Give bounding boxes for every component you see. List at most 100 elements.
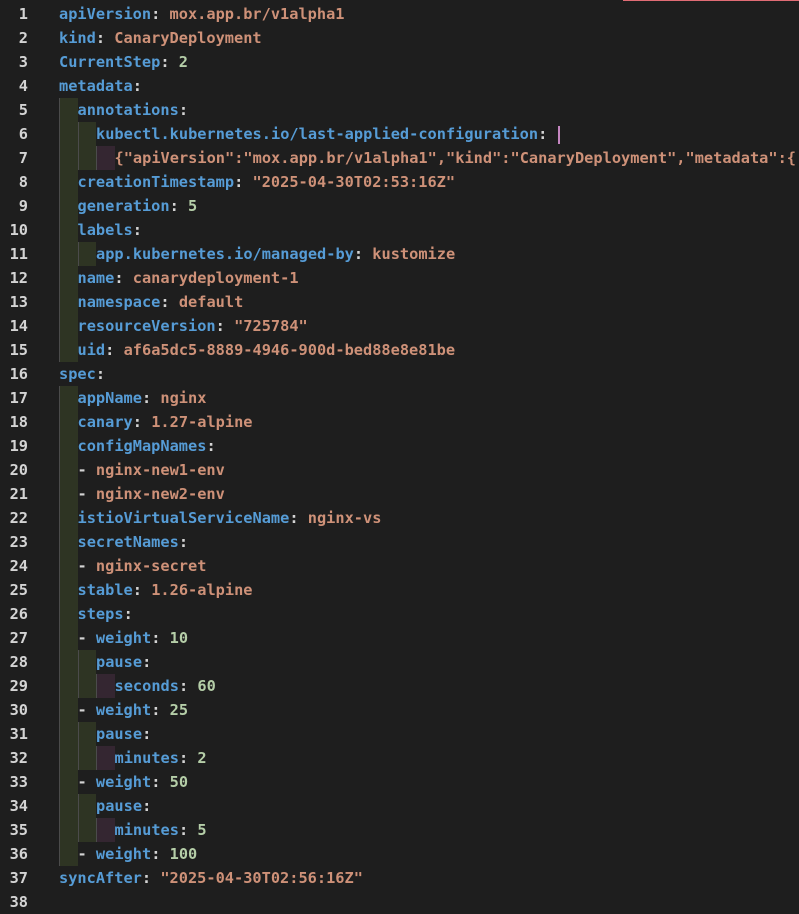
yaml-string-value: "2025-04-30T02:56:16Z" [160, 869, 363, 887]
code-line[interactable]: 35 minutes: 5 [0, 818, 799, 842]
line-number: 10 [9, 221, 28, 239]
code-line[interactable]: 14 resourceVersion: "725784" [0, 314, 799, 338]
code-line[interactable]: 16 spec: [0, 362, 799, 386]
code-line[interactable]: 26 steps: [0, 602, 799, 626]
code-line[interactable]: 6 kubectl.kubernetes.io/last-applied-conf… [0, 122, 799, 146]
code-text[interactable]: - weight: 100 [78, 842, 198, 866]
code-text[interactable]: creationTimestamp: "2025-04-30T02:53:16Z… [78, 170, 456, 194]
yaml-number-value: 25 [169, 701, 189, 719]
code-line[interactable]: 25 stable: 1.26-alpine [0, 578, 799, 602]
code-line[interactable]: 3 CurrentStep: 2 [0, 50, 799, 74]
yaml-key: spec [59, 365, 96, 383]
code-text[interactable]: kind: CanaryDeployment [59, 26, 262, 50]
code-text[interactable]: - nginx-secret [78, 554, 207, 578]
code-text[interactable]: minutes: 2 [115, 746, 207, 770]
code-text[interactable]: configMapNames: [78, 434, 216, 458]
yaml-key: weight [95, 701, 152, 719]
code-text[interactable]: - weight: 25 [78, 698, 189, 722]
line-number: 31 [9, 725, 28, 743]
indent-guide [77, 650, 96, 674]
text-cursor [558, 125, 561, 144]
code-text[interactable]: {"apiVersion":"mox.app.br/v1alpha1","kin… [115, 146, 797, 170]
code-line[interactable]: 38 [0, 890, 799, 914]
code-line[interactable]: 34 pause: [0, 794, 799, 818]
code-line[interactable]: 18 canary: 1.27-alpine [0, 410, 799, 434]
code-text[interactable]: canary: 1.27-alpine [78, 410, 253, 434]
yaml-key: metadata [59, 77, 133, 95]
line-number: 36 [9, 845, 28, 863]
code-text[interactable]: istioVirtualServiceName: nginx-vs [78, 506, 382, 530]
code-line[interactable]: 32 minutes: 2 [0, 746, 799, 770]
code-line[interactable]: 2 kind: CanaryDeployment [0, 26, 799, 50]
code-text[interactable]: secretNames: [78, 530, 189, 554]
code-line[interactable]: 21 - nginx-new2-env [0, 482, 799, 506]
line-number: 28 [9, 653, 28, 671]
indent-guide [77, 818, 96, 842]
code-text[interactable]: spec: [59, 362, 105, 386]
code-text[interactable]: pause: [96, 650, 151, 674]
code-text[interactable]: steps: [78, 602, 133, 626]
code-line[interactable]: 22 istioVirtualServiceName: nginx-vs [0, 506, 799, 530]
yaml-key: resourceVersion [77, 317, 216, 335]
code-text[interactable]: labels: [78, 218, 142, 242]
code-line[interactable]: 15 uid: af6a5dc5-8889-4946-900d-bed88e8e8… [0, 338, 799, 362]
code-line[interactable]: 9 generation: 5 [0, 194, 799, 218]
code-text[interactable]: generation: 5 [78, 194, 198, 218]
code-text[interactable]: apiVersion: mox.app.br/v1alpha1 [59, 2, 345, 26]
code-line[interactable]: 17 appName: nginx [0, 386, 799, 410]
code-line[interactable]: 27 - weight: 10 [0, 626, 799, 650]
code-line[interactable]: 20 - nginx-new1-env [0, 458, 799, 482]
code-text[interactable]: minutes: 5 [115, 818, 207, 842]
code-text[interactable]: resourceVersion: "725784" [78, 314, 308, 338]
yaml-key: weight [95, 773, 152, 791]
code-text[interactable]: uid: af6a5dc5-8889-4946-900d-bed88e8e81b… [78, 338, 456, 362]
line-number: 34 [9, 797, 28, 815]
code-text[interactable]: - nginx-new2-env [78, 482, 225, 506]
code-text[interactable]: kubectl.kubernetes.io/last-applied-confi… [96, 122, 561, 146]
code-text[interactable]: name: canarydeployment-1 [78, 266, 299, 290]
code-text[interactable]: pause: [96, 722, 151, 746]
yaml-punctuation: : [160, 53, 179, 71]
code-text[interactable]: app.kubernetes.io/managed-by: kustomize [96, 242, 455, 266]
yaml-number-value: 5 [188, 197, 198, 215]
code-line[interactable]: 23 secretNames: [0, 530, 799, 554]
line-number: 20 [9, 461, 28, 479]
code-text[interactable]: annotations: [78, 98, 189, 122]
code-text[interactable]: - weight: 10 [78, 626, 189, 650]
code-line[interactable]: 29 seconds: 60 [0, 674, 799, 698]
code-text[interactable]: CurrentStep: 2 [59, 50, 188, 74]
code-line[interactable]: 30 - weight: 25 [0, 698, 799, 722]
code-editor[interactable]: 1 apiVersion: mox.app.br/v1alpha1 2 kind: C… [0, 0, 799, 914]
code-line[interactable]: 28 pause: [0, 650, 799, 674]
code-text[interactable]: metadata: [59, 74, 142, 98]
code-line[interactable]: 10 labels: [0, 218, 799, 242]
code-text[interactable]: seconds: 60 [115, 674, 216, 698]
code-line[interactable]: 7 {"apiVersion":"mox.app.br/v1alpha1","ki… [0, 146, 799, 170]
line-number: 27 [9, 629, 28, 647]
yaml-punctuation: : [178, 749, 198, 767]
code-line[interactable]: 24 - nginx-secret [0, 554, 799, 578]
code-line[interactable]: 11 app.kubernetes.io/managed-by: kustomiz… [0, 242, 799, 266]
code-line[interactable]: 12 name: canarydeployment-1 [0, 266, 799, 290]
line-number: 29 [9, 677, 28, 695]
yaml-punctuation: : [206, 437, 216, 455]
code-text[interactable]: syncAfter: "2025-04-30T02:56:16Z" [59, 866, 363, 890]
indent-guide [59, 674, 78, 698]
code-line[interactable]: 19 configMapNames: [0, 434, 799, 458]
code-line[interactable]: 31 pause: [0, 722, 799, 746]
code-line[interactable]: 1 apiVersion: mox.app.br/v1alpha1 [0, 2, 799, 26]
code-line[interactable]: 13 namespace: default [0, 290, 799, 314]
code-text[interactable]: - nginx-new1-env [78, 458, 225, 482]
code-text[interactable]: namespace: default [78, 290, 244, 314]
code-line[interactable]: 37 syncAfter: "2025-04-30T02:56:16Z" [0, 866, 799, 890]
code-text[interactable]: pause: [96, 794, 151, 818]
code-line[interactable]: 4 metadata: [0, 74, 799, 98]
code-text[interactable]: appName: nginx [78, 386, 207, 410]
code-line[interactable]: 5 annotations: [0, 98, 799, 122]
code-text[interactable]: stable: 1.26-alpine [78, 578, 253, 602]
code-line[interactable]: 33 - weight: 50 [0, 770, 799, 794]
code-line[interactable]: 36 - weight: 100 [0, 842, 799, 866]
code-text[interactable]: - weight: 50 [78, 770, 189, 794]
yaml-punctuation: : [141, 389, 161, 407]
code-line[interactable]: 8 creationTimestamp: "2025-04-30T02:53:16… [0, 170, 799, 194]
